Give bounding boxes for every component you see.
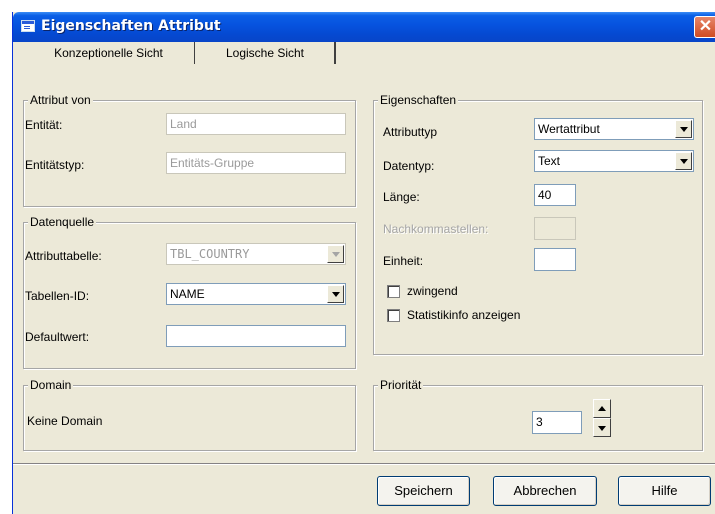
entitaet-label: Entität: bbox=[25, 118, 63, 132]
attributtyp-select[interactable]: Wertattribut bbox=[534, 118, 694, 140]
chevron-down-icon[interactable] bbox=[327, 285, 344, 303]
datentyp-select[interactable]: Text bbox=[534, 150, 694, 172]
nachkommastellen-label: Nachkommastellen: bbox=[383, 222, 489, 236]
tab-konzeptionelle-sicht[interactable]: Konzeptionelle Sicht bbox=[23, 42, 195, 64]
attributtabelle-select[interactable]: TBL_COUNTRY bbox=[166, 243, 346, 265]
domain-value: Keine Domain bbox=[27, 414, 103, 428]
window-title: Eigenschaften Attribut bbox=[41, 18, 221, 34]
attributtyp-value: Wertattribut bbox=[538, 122, 600, 136]
group-title-eigenschaften: Eigenschaften bbox=[378, 93, 459, 107]
attributtabelle-label: Attributtabelle: bbox=[25, 249, 102, 263]
attributtyp-label: Attributtyp bbox=[383, 125, 438, 139]
chevron-down-icon[interactable] bbox=[675, 120, 692, 138]
tabellen-id-label: Tabellen-ID: bbox=[25, 289, 90, 303]
zwingend-label[interactable]: zwingend bbox=[407, 284, 458, 298]
laenge-label: Länge: bbox=[383, 190, 420, 204]
spin-up-icon[interactable] bbox=[593, 399, 611, 418]
datentyp-value: Text bbox=[538, 154, 561, 168]
chevron-down-icon bbox=[327, 245, 344, 263]
attributtabelle-value: TBL_COUNTRY bbox=[170, 247, 250, 261]
save-button[interactable]: Speichern bbox=[377, 476, 470, 506]
statistikinfo-checkbox[interactable] bbox=[387, 309, 400, 322]
tab-logische-sicht[interactable]: Logische Sicht bbox=[196, 42, 336, 64]
help-button[interactable]: Hilfe bbox=[618, 476, 711, 506]
statistikinfo-label[interactable]: Statistikinfo anzeigen bbox=[407, 308, 520, 322]
laenge-input[interactable]: 40 bbox=[534, 184, 576, 206]
group-title-datenquelle: Datenquelle bbox=[28, 215, 97, 229]
entitaetstyp-field[interactable]: Entitäts-Gruppe bbox=[166, 152, 346, 174]
tab-bar: Konzeptionelle Sicht Logische Sicht bbox=[13, 42, 715, 64]
footer-separator bbox=[13, 463, 715, 465]
dialog-window: Eigenschaften Attribut ✕ Konzeptionelle … bbox=[12, 12, 715, 514]
prioritaet-input[interactable]: 3 bbox=[532, 411, 582, 434]
tabellen-id-value: NAME bbox=[170, 287, 205, 301]
cancel-button[interactable]: Abbrechen bbox=[493, 476, 597, 506]
entitaetstyp-label: Entitätstyp: bbox=[25, 158, 85, 172]
group-title-domain: Domain bbox=[28, 378, 74, 392]
einheit-label: Einheit: bbox=[383, 254, 424, 268]
chevron-down-icon[interactable] bbox=[675, 152, 692, 170]
tabellen-id-select[interactable]: NAME bbox=[166, 283, 346, 305]
group-title-attribut-von: Attribut von bbox=[28, 93, 93, 107]
title-bar[interactable]: Eigenschaften Attribut ✕ bbox=[13, 12, 715, 42]
einheit-input[interactable] bbox=[534, 248, 576, 271]
zwingend-checkbox[interactable] bbox=[387, 285, 400, 298]
defaultwert-input[interactable] bbox=[166, 325, 346, 347]
spin-down-icon[interactable] bbox=[593, 418, 611, 437]
entitaet-field[interactable]: Land bbox=[166, 113, 346, 135]
group-title-prioritaet: Priorität bbox=[378, 378, 424, 392]
defaultwert-label: Defaultwert: bbox=[25, 330, 90, 344]
datentyp-label: Datentyp: bbox=[383, 159, 435, 173]
close-button[interactable]: ✕ bbox=[694, 16, 715, 38]
nachkommastellen-input[interactable] bbox=[534, 217, 576, 240]
dialog-icon bbox=[21, 20, 35, 32]
